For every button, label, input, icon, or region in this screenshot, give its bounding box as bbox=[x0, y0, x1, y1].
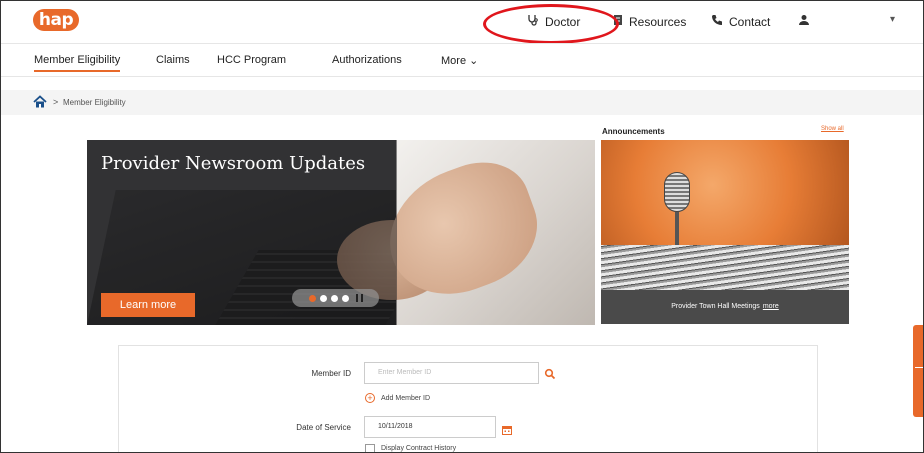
announcement-image[interactable] bbox=[601, 140, 849, 290]
top-header: hap Doctor Resources Contact ▾ bbox=[1, 1, 923, 44]
add-member-link[interactable]: Add Member ID bbox=[381, 395, 430, 402]
tab-member-eligibility[interactable]: Member Eligibility bbox=[34, 54, 121, 72]
search-icon[interactable] bbox=[544, 367, 556, 380]
pause-icon[interactable] bbox=[355, 294, 363, 302]
announcement-more-link[interactable]: more bbox=[763, 303, 779, 310]
tab-claims[interactable]: Claims bbox=[156, 54, 190, 66]
announcements-title: Announcements bbox=[602, 127, 665, 136]
annotation-circle bbox=[483, 4, 619, 44]
breadcrumb-current: Member Eligibility bbox=[63, 98, 126, 107]
nav-contact-label: Contact bbox=[729, 14, 771, 29]
side-feedback-tab[interactable] bbox=[913, 325, 923, 417]
user-icon bbox=[799, 14, 809, 29]
announcement-caption-text: Provider Town Hall Meetings bbox=[671, 303, 760, 310]
nav-user[interactable] bbox=[799, 14, 809, 29]
hero-title: Provider Newsroom Updates bbox=[101, 153, 366, 174]
carousel-dot-4[interactable] bbox=[341, 294, 349, 302]
contract-history-label: Display Contract History bbox=[381, 445, 457, 452]
user-menu-caret-icon[interactable]: ▾ bbox=[890, 14, 895, 25]
hap-logo[interactable]: hap bbox=[33, 9, 79, 31]
hero-banner: Provider Newsroom Updates Learn more bbox=[87, 140, 595, 325]
member-id-label: Member ID bbox=[311, 369, 351, 378]
carousel-dot-3[interactable] bbox=[330, 294, 338, 302]
tab-hcc-program[interactable]: HCC Program bbox=[217, 54, 286, 66]
home-icon[interactable] bbox=[33, 95, 47, 109]
page-frame: hap Doctor Resources Contact ▾ Member El… bbox=[0, 0, 924, 453]
calendar-icon[interactable] bbox=[502, 422, 512, 435]
side-tab-divider bbox=[915, 367, 923, 368]
nav-contact[interactable]: Contact bbox=[711, 14, 770, 29]
announcement-caption: Provider Town Hall Meetings more bbox=[601, 290, 849, 324]
microphone-icon bbox=[664, 172, 690, 212]
show-all-link[interactable]: Show all bbox=[821, 126, 844, 132]
carousel-dot-2[interactable] bbox=[319, 294, 327, 302]
nav-resources[interactable]: Resources bbox=[613, 14, 686, 29]
tab-more[interactable]: More ⌄ bbox=[441, 54, 478, 67]
phone-icon bbox=[711, 14, 723, 29]
secondary-nav: Member Eligibility Claims HCC Program Au… bbox=[1, 43, 923, 77]
member-id-input[interactable]: Enter Member ID bbox=[364, 362, 539, 384]
date-of-service-label: Date of Service bbox=[296, 423, 351, 432]
newspapers-image bbox=[601, 245, 849, 290]
tab-authorizations[interactable]: Authorizations bbox=[332, 54, 402, 66]
learn-more-button[interactable]: Learn more bbox=[101, 293, 195, 317]
nav-resources-label: Resources bbox=[629, 14, 687, 29]
carousel-dot-1[interactable] bbox=[308, 294, 316, 302]
contract-history-checkbox[interactable] bbox=[365, 444, 375, 452]
breadcrumb-separator: > bbox=[53, 97, 59, 107]
date-of-service-input[interactable]: 10/11/2018 bbox=[364, 416, 496, 438]
breadcrumb: > Member Eligibility bbox=[1, 90, 923, 115]
add-member-icon[interactable]: + bbox=[365, 393, 375, 403]
carousel-controls bbox=[292, 289, 379, 307]
